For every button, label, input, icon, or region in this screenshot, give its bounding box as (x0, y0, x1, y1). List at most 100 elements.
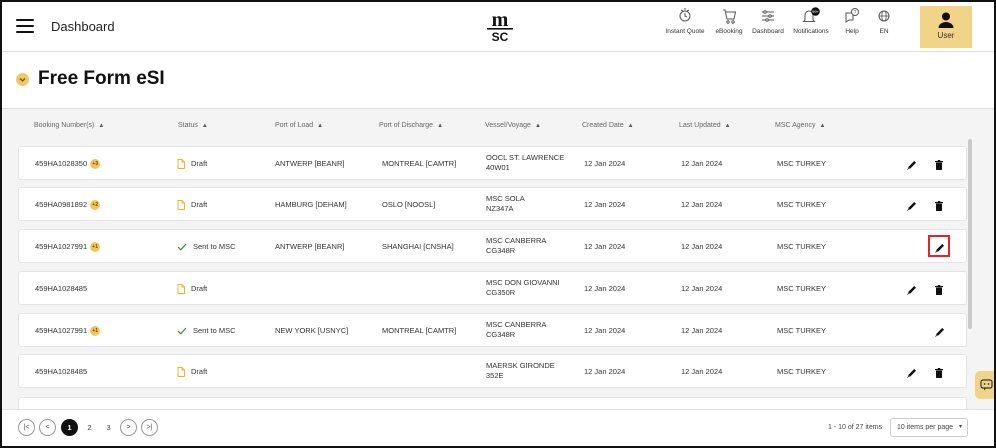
col-created-date[interactable]: Created Date ▲ (582, 122, 634, 129)
user-label: User (937, 31, 955, 40)
hamburger-menu-icon[interactable] (16, 19, 34, 33)
page-2-button[interactable]: 2 (81, 419, 98, 436)
page-3-button[interactable]: 3 (100, 419, 117, 436)
extra-bookings-badge[interactable]: +1 (90, 326, 101, 337)
extra-bookings-badge[interactable]: +1 (90, 242, 101, 253)
port-of-discharge-cell: OSLO [NOOSL] (382, 200, 436, 209)
booking-number-cell[interactable]: 459HA1028350 +3 (35, 159, 101, 170)
items-per-page-value: 10 items per page (897, 424, 954, 431)
msc-agency-cell: MSC TURKEY (777, 326, 827, 335)
delete-trash-icon[interactable] (933, 199, 945, 211)
sort-asc-icon: ▲ (819, 123, 826, 129)
edit-pencil-icon[interactable] (906, 158, 918, 170)
instant-quote-link[interactable]: Instant Quote (665, 7, 705, 47)
logo-bottom-text: SC (492, 30, 509, 44)
edit-pencil-icon[interactable] (906, 366, 918, 378)
table-row[interactable]: 459HA1027991 +1 Sent to MSC NEW YORK [USNYC… (18, 313, 967, 347)
chevron-down-icon (19, 78, 26, 82)
table-row[interactable]: 459HA0981892 +2 Draft HAMBURG [DEHAM] OSLO [… (18, 187, 967, 221)
port-of-load-cell: ANTWERP [BEANR] (275, 242, 345, 251)
created-date-cell: 12 Jan 2024 (584, 159, 626, 168)
booking-number-cell[interactable]: 459HA1027991 +1 (35, 326, 101, 337)
draft-file-icon (177, 367, 185, 378)
booking-number-cell[interactable]: 459HA1028485 (35, 367, 87, 377)
sliders-icon (762, 10, 774, 22)
prev-page-button[interactable]: < (39, 419, 56, 436)
col-port-of-discharge[interactable]: Port of Discharge ▲ (379, 122, 443, 129)
user-menu-button[interactable]: User (920, 6, 972, 48)
collapse-toggle[interactable] (16, 73, 29, 86)
status-cell: Draft (177, 284, 207, 295)
vessel-voyage-cell: OOCL ST. LAWRENCE 40W01 (486, 153, 565, 172)
last-updated-cell: 12 Jan 2024 (681, 284, 723, 293)
svg-text:?: ? (854, 10, 857, 16)
edit-pencil-icon[interactable] (934, 241, 946, 253)
delete-trash-icon[interactable] (933, 366, 945, 378)
sort-asc-icon: ▲ (437, 123, 444, 129)
chat-support-button[interactable] (975, 371, 994, 399)
delete-trash-icon[interactable] (933, 283, 945, 295)
sort-asc-icon: ▲ (317, 123, 324, 129)
col-last-updated[interactable]: Last Updated ▲ (679, 122, 731, 129)
sort-asc-icon: ▲ (534, 123, 541, 129)
table-row[interactable]: 459HA1027991 +1 Sent to MSC ANTWERP [BEANR]… (18, 229, 967, 263)
header-title: Dashboard (51, 19, 115, 34)
chat-icon (980, 379, 993, 391)
first-page-button[interactable]: |< (18, 419, 35, 436)
port-of-discharge-cell: MONTREAL [CAMTR] (382, 326, 457, 335)
status-cell: Draft (177, 367, 207, 378)
col-vessel-voyage[interactable]: Vessel/Voyage ▲ (485, 122, 541, 129)
table-row[interactable]: 459HA1028485 Draft MSC DON GIOVANNI CG350R 1… (18, 271, 967, 305)
logo-top-text: m (492, 9, 509, 31)
notification-count: 99+ (812, 9, 819, 14)
booking-number-cell[interactable]: 459HA1028485 (35, 284, 87, 294)
notifications-link[interactable]: 99+ Notifications (791, 7, 831, 47)
language-link[interactable]: EN (873, 7, 895, 47)
booking-number-cell[interactable]: 459HA1027991 +1 (35, 242, 101, 253)
instant-quote-icon (679, 8, 691, 22)
help-chat-icon: ? (845, 8, 859, 23)
table-row[interactable]: SUBMISSIONA (18, 397, 967, 409)
dashboard-link[interactable]: Dashboard (750, 7, 786, 47)
edit-pencil-icon[interactable] (906, 283, 918, 295)
msc-agency-cell: MSC TURKEY (777, 200, 827, 209)
sort-asc-icon: ▲ (627, 123, 634, 129)
pagination-bar: |< < 1 2 3 > >| 1 - 10 of 27 items 10 it… (2, 409, 994, 446)
ebooking-label: eBooking (715, 28, 743, 35)
port-of-load-cell: HAMBURG [DEHAM] (275, 200, 347, 209)
vessel-voyage-cell: MSC CANBERRA CG348R (486, 320, 547, 339)
user-icon (938, 12, 954, 28)
edit-pencil-icon[interactable] (934, 325, 946, 337)
col-booking-number[interactable]: Booking Number(s) ▲ (34, 122, 104, 129)
port-of-load-cell: NEW YORK [USNYC] (275, 326, 349, 335)
edit-pencil-icon[interactable] (906, 199, 918, 211)
msc-logo[interactable]: m SC (480, 9, 520, 45)
last-page-button[interactable]: >| (141, 419, 158, 436)
ebooking-link[interactable]: eBooking (712, 7, 746, 47)
items-per-page-select[interactable]: 10 items per page ▾ (890, 418, 968, 437)
status-cell: Sent to MSC (177, 242, 236, 252)
next-page-button[interactable]: > (120, 419, 137, 436)
last-updated-cell: 12 Jan 2024 (681, 367, 723, 376)
extra-bookings-badge[interactable]: +3 (90, 159, 101, 170)
page-1-button[interactable]: 1 (61, 419, 78, 436)
table-row[interactable]: 459HA1028350 +3 Draft ANTWERP [BEANR] MONTRE… (18, 146, 967, 180)
msc-agency-cell: MSC TURKEY (777, 242, 827, 251)
help-label: Help (845, 28, 859, 35)
col-port-of-load[interactable]: Port of Load ▲ (275, 122, 323, 129)
draft-file-icon (177, 200, 185, 211)
delete-trash-icon[interactable] (933, 158, 945, 170)
extra-bookings-badge[interactable]: +2 (90, 200, 101, 211)
created-date-cell: 12 Jan 2024 (584, 367, 626, 376)
col-status[interactable]: Status ▲ (178, 122, 208, 129)
col-msc-agency[interactable]: MSC Agency ▲ (775, 122, 825, 129)
vessel-voyage-cell: MSC CANBERRA CG348R (486, 236, 547, 255)
status-cell: Sent to MSC (177, 326, 236, 336)
booking-number-cell[interactable]: 459HA0981892 +2 (35, 200, 101, 211)
status-cell: Draft (177, 159, 207, 170)
table-row[interactable]: 459HA1028485 Draft MAERSK GIRONDE 352E 12 Ja… (18, 354, 967, 388)
table-scrollbar[interactable] (968, 139, 972, 329)
page-title: Free Form eSI (38, 68, 165, 89)
status-cell: Draft (177, 200, 207, 211)
help-link[interactable]: ? Help (838, 7, 866, 47)
